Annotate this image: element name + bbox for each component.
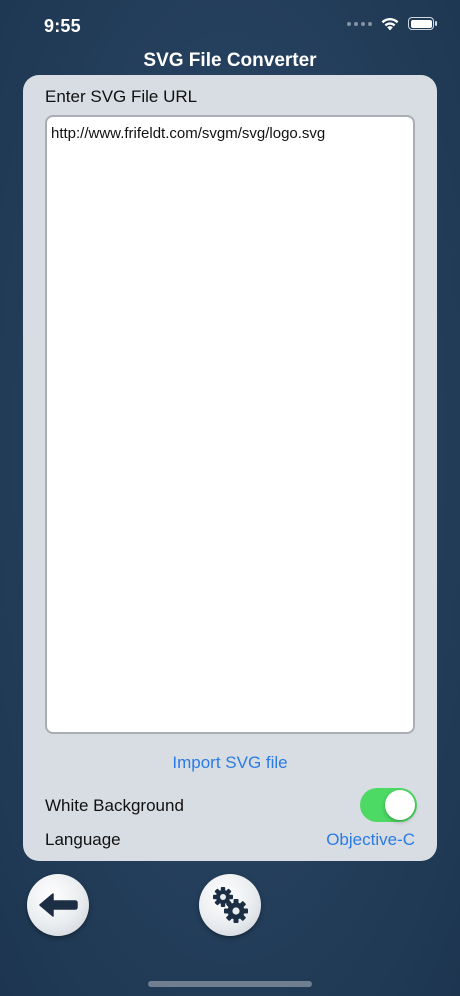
status-bar: 9:55: [0, 0, 460, 50]
page-title: SVG File Converter: [143, 50, 317, 71]
gears-icon: [213, 887, 248, 923]
signal-dots-icon: [347, 21, 372, 26]
home-indicator[interactable]: [148, 981, 312, 987]
import-svg-file-button[interactable]: Import SVG file: [23, 753, 437, 773]
url-field-label: Enter SVG File URL: [45, 87, 198, 106]
white-background-toggle[interactable]: [360, 788, 417, 822]
language-selector[interactable]: Objective-C: [326, 830, 415, 850]
back-button[interactable]: [27, 874, 89, 936]
language-label: Language: [45, 830, 121, 849]
toggle-knob: [385, 790, 415, 820]
arrow-left-icon: [39, 893, 78, 917]
battery-icon: [408, 17, 437, 30]
converter-card: Enter SVG File URL http://www.frifeldt.c…: [23, 75, 437, 861]
white-background-label: White Background: [45, 796, 184, 815]
svg-url-input[interactable]: http://www.frifeldt.com/svgm/svg/logo.sv…: [45, 115, 415, 734]
status-icons: [347, 16, 437, 31]
settings-button[interactable]: [199, 874, 261, 936]
status-time: 9:55: [44, 16, 81, 36]
wifi-icon: [381, 17, 399, 31]
